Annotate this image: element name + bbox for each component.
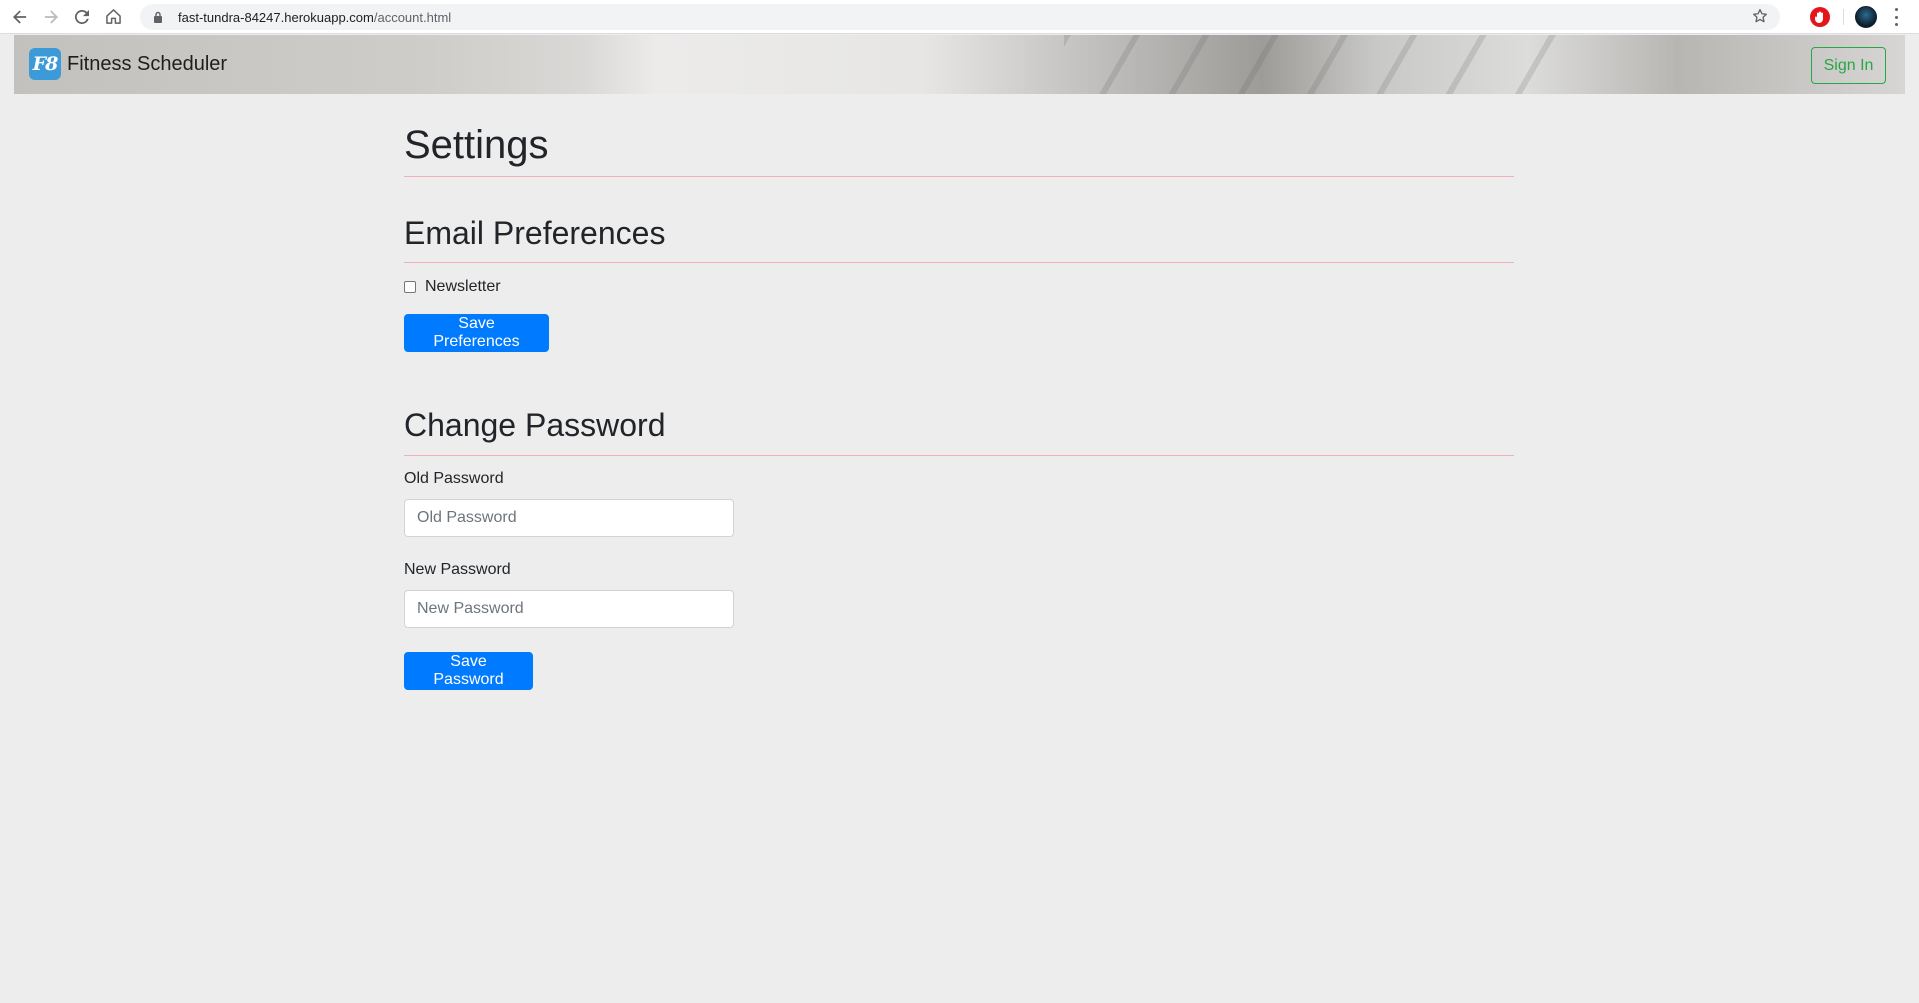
home-button[interactable]	[102, 6, 124, 28]
stop-sign-icon[interactable]	[1810, 7, 1830, 27]
title-divider	[404, 176, 1514, 177]
toolbar-divider	[1843, 9, 1844, 25]
new-password-label: New Password	[404, 561, 511, 578]
settings-content: Settings Email Preferences Newsletter Sa…	[404, 94, 1514, 690]
newsletter-label[interactable]: Newsletter	[425, 278, 501, 296]
logo-icon: F8	[29, 48, 61, 80]
email-preferences-section: Email Preferences Newsletter Save Prefer…	[404, 213, 1514, 352]
arrow-left-icon	[13, 9, 27, 24]
brand-link[interactable]: F8 Fitness Scheduler	[29, 48, 227, 80]
url-path: /account.html	[373, 9, 452, 25]
password-divider	[404, 455, 1514, 456]
newsletter-checkbox[interactable]	[404, 281, 416, 293]
arrow-right-icon	[44, 9, 58, 24]
reload-icon	[75, 9, 89, 24]
back-button[interactable]	[9, 6, 31, 28]
page-title: Settings	[404, 123, 549, 167]
home-icon	[105, 9, 121, 24]
reload-button[interactable]	[71, 6, 93, 28]
email-divider	[404, 262, 1514, 263]
save-password-button[interactable]: Save Password	[404, 652, 533, 690]
change-password-heading: Change Password	[404, 407, 666, 443]
browser-toolbar: fast-tundra-84247.herokuapp.com/account.…	[0, 0, 1919, 34]
change-password-section: Change Password Old Password New Passwor…	[404, 405, 1514, 690]
newsletter-option: Newsletter	[404, 276, 1514, 298]
lock-icon	[152, 11, 164, 23]
site-navbar: F8 Fitness Scheduler Sign In	[14, 35, 1905, 94]
old-password-input[interactable]	[404, 499, 734, 537]
forward-button[interactable]	[40, 6, 62, 28]
old-password-label: Old Password	[404, 470, 504, 487]
new-password-input[interactable]	[404, 590, 734, 628]
url-text: fast-tundra-84247.herokuapp.com/account.…	[178, 10, 451, 25]
profile-avatar[interactable]	[1855, 6, 1877, 28]
sign-in-button[interactable]: Sign In	[1811, 47, 1886, 84]
url-host: fast-tundra-84247.herokuapp.com	[178, 9, 374, 25]
email-preferences-heading: Email Preferences	[404, 215, 666, 251]
star-icon[interactable]	[1752, 8, 1768, 29]
kebab-menu-icon[interactable]	[1893, 8, 1899, 26]
brand-name: Fitness Scheduler	[67, 52, 228, 75]
save-preferences-button[interactable]: Save Preferences	[404, 314, 549, 352]
address-bar[interactable]: fast-tundra-84247.herokuapp.com/account.…	[140, 4, 1780, 30]
